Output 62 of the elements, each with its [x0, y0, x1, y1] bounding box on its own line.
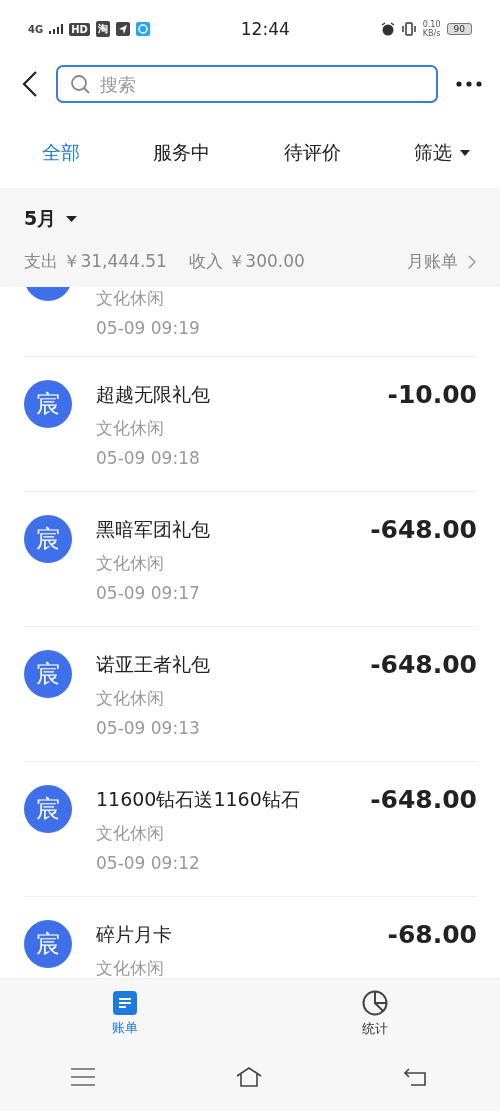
transaction-amount: -648.00 [370, 515, 477, 544]
filter-tab[interactable]: 待评价 [283, 140, 341, 166]
hd-badge: HD [69, 22, 90, 36]
transaction-time: 05-09 09:17 [96, 583, 201, 603]
transaction-category: 文化休闲 [96, 417, 165, 440]
network-speed: 0.10 [422, 20, 441, 29]
transaction-time: 05-09 09:19 [96, 318, 201, 338]
transaction-category: 文化休闲 [96, 552, 165, 575]
search-icon [70, 74, 90, 94]
search-input[interactable]: 搜索 [98, 72, 424, 96]
battery-level: 90 [446, 23, 472, 35]
transaction-row[interactable]: 宸 超越无限礼包 -10.00 文化休闲 05-09 09:18 [24, 357, 477, 492]
transaction-category: 文化休闲 [96, 687, 165, 710]
transaction-row[interactable]: 宸 诺亚王者礼包 -648.00 文化休闲 05-09 09:13 [24, 627, 477, 762]
transaction-title: 碎片月卡 [96, 921, 172, 947]
more-icon[interactable] [456, 81, 482, 87]
transaction-category: 文化休闲 [96, 822, 165, 845]
transaction-row[interactable]: 宸 11600钻石送1160钻石 -648.00 文化休闲 05-09 09:12 [24, 762, 477, 897]
transaction-title: 诺亚王者礼包 [96, 651, 210, 677]
network-type: 4G [28, 23, 44, 35]
chevron-icon [468, 254, 476, 269]
home-icon[interactable] [236, 1067, 262, 1087]
bill-icon [113, 991, 137, 1015]
transaction-amount: -648.00 [370, 785, 477, 814]
caret-icon [66, 216, 78, 222]
alarm-icon [380, 22, 395, 36]
speed-unit: KB/s [422, 29, 441, 38]
caret-icon [460, 150, 470, 156]
month-selector[interactable]: 5月 [24, 206, 78, 232]
filter-button[interactable]: 筛选 [414, 140, 470, 166]
transaction-time: 05-09 09:13 [96, 718, 201, 738]
transaction-title: 超越无限礼包 [96, 381, 210, 407]
search-bar[interactable]: 搜索 [56, 65, 438, 103]
transaction-category: 文化休闲 [96, 957, 165, 978]
filter-tab[interactable]: 服务中 [153, 140, 211, 166]
app-badge: 淘 [95, 21, 110, 37]
transaction-title: 11600钻石送1160钻石 [96, 786, 300, 812]
merchant-avatar: 宸 [24, 515, 72, 563]
transaction-amount: -68.00 [387, 920, 477, 949]
merchant-avatar: 宸 [24, 650, 72, 698]
transaction-row[interactable]: 宸 黑暗军团礼包 -648.00 文化休闲 05-09 09:17 [24, 492, 477, 627]
clock-time: 12:44 [239, 19, 291, 39]
merchant-avatar: 宸 [24, 920, 72, 968]
transaction-category: 文化休闲 [96, 287, 165, 310]
transaction-time: 05-09 09:12 [96, 853, 201, 873]
back-icon[interactable] [22, 70, 38, 98]
menu-icon[interactable] [70, 1068, 95, 1086]
expense-total: 支出 ￥31,444.51 [24, 250, 167, 273]
filter-tab[interactable]: 全部 [42, 140, 80, 166]
pie-chart-icon [362, 990, 388, 1016]
nav-tab[interactable]: 统计 [356, 989, 394, 1039]
signal-icon [49, 24, 64, 34]
merchant-avatar: 宸 [24, 380, 72, 428]
vibrate-icon [400, 22, 417, 36]
send-icon [115, 22, 130, 36]
transaction-amount: -10.00 [387, 380, 477, 409]
nav-tab[interactable]: 账单 [106, 990, 144, 1038]
transaction-time: 05-09 09:18 [96, 448, 201, 468]
transaction-amount: -648.00 [370, 650, 477, 679]
transaction-title: 黑暗军团礼包 [96, 516, 210, 542]
merchant-avatar: 宸 [24, 785, 72, 833]
income-total: 收入 ￥300.00 [188, 250, 305, 273]
